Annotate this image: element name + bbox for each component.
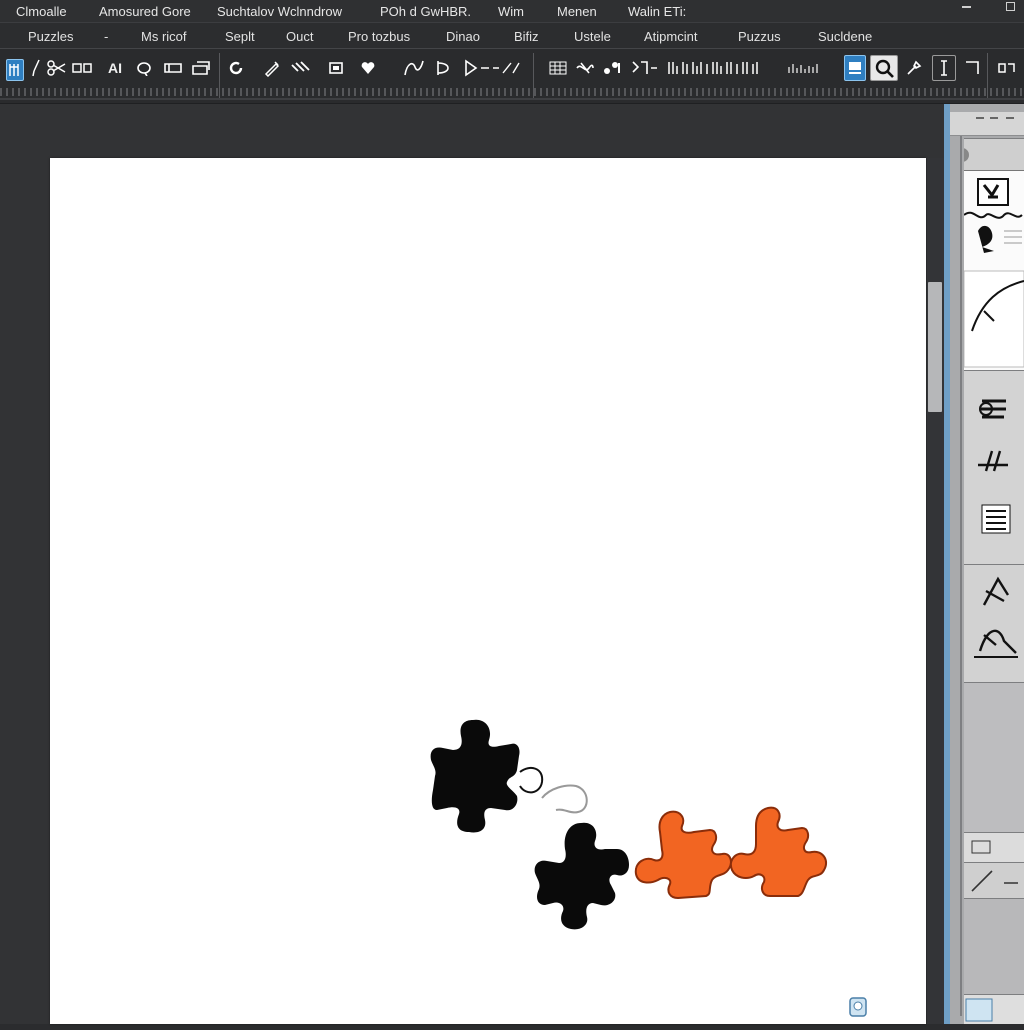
right-panel <box>950 104 1024 1024</box>
panel-options-icon[interactable] <box>996 57 1020 79</box>
menu-item-3[interactable]: Suchtalov Wclnndrow <box>217 4 342 19</box>
submenu-item-5[interactable]: Ouct <box>286 29 313 44</box>
brush-settings-icon[interactable] <box>904 57 924 79</box>
rotate-icon[interactable] <box>226 57 246 79</box>
eraser-icon[interactable] <box>162 57 184 79</box>
panel-tab-bar <box>950 112 1024 136</box>
link-icon[interactable] <box>288 57 312 79</box>
path-pen-icon[interactable] <box>433 57 453 79</box>
play-direction-icon[interactable] <box>462 57 522 79</box>
document-canvas[interactable] <box>50 158 926 1024</box>
canvas-corner-badge-icon <box>849 997 867 1017</box>
panel-footer-2 <box>964 862 1024 898</box>
menu-item-2[interactable]: Amosured Gore <box>99 4 191 19</box>
submenu-item-6[interactable]: Pro tozbus <box>348 29 410 44</box>
submenu-item-8[interactable]: Bifiz <box>514 29 539 44</box>
submenu-item-2[interactable]: - <box>104 29 108 44</box>
brush-icon[interactable] <box>30 57 42 79</box>
puzzle-piece-black-2[interactable] <box>534 822 629 930</box>
ruler-divider <box>0 98 1024 100</box>
move-tool-icon[interactable] <box>6 59 24 81</box>
panel-layers-section[interactable] <box>964 370 1024 564</box>
ruler-marks <box>0 88 1024 96</box>
text-tool-icon[interactable]: AI <box>102 57 128 79</box>
secondary-menu-bar: Puzzles - Ms ricof Seplt Ouct Pro tozbus… <box>0 23 1024 49</box>
grid-icon[interactable] <box>548 57 568 79</box>
menu-item-4[interactable]: POh d GwHBR. <box>380 4 471 19</box>
paint-bucket-icon[interactable] <box>600 57 626 79</box>
panel-brushes-section[interactable] <box>964 564 1024 682</box>
submenu-item-3[interactable]: Ms ricof <box>141 29 187 44</box>
submenu-item-11[interactable]: Puzzus <box>738 29 781 44</box>
adjustments-icon[interactable] <box>666 57 762 79</box>
minimize-icon[interactable] <box>962 6 971 8</box>
panel-footer-3 <box>964 898 1024 994</box>
magnifier-icon[interactable] <box>870 55 898 81</box>
submenu-item-1[interactable]: Puzzles <box>28 29 74 44</box>
maximize-icon[interactable] <box>1006 2 1015 11</box>
lasso-icon[interactable] <box>134 57 156 79</box>
heart-icon[interactable] <box>358 57 378 79</box>
puzzle-piece-orange-1[interactable] <box>634 810 732 900</box>
puzzle-piece-black-1[interactable] <box>430 719 520 833</box>
menu-item-7[interactable]: Walin ETi: <box>628 4 686 19</box>
panel-empty-section <box>964 682 1024 832</box>
panel-footer-1 <box>964 832 1024 862</box>
frame-icon[interactable] <box>327 57 345 79</box>
menu-item-5[interactable]: Wim <box>498 4 524 19</box>
scissors-icon[interactable] <box>46 57 68 79</box>
histogram-icon[interactable] <box>786 57 822 79</box>
crop-icon[interactable] <box>70 57 94 79</box>
submenu-item-12[interactable]: Sucldene <box>818 29 872 44</box>
submenu-item-9[interactable]: Ustele <box>574 29 611 44</box>
text-cursor-icon[interactable] <box>932 55 956 81</box>
layer-panel-icon[interactable] <box>844 55 866 81</box>
pen-icon[interactable] <box>262 57 282 79</box>
panel-guide-line <box>960 136 962 1016</box>
scrollbar-thumb[interactable] <box>928 282 942 412</box>
rectangle-tool-icon[interactable] <box>962 57 982 79</box>
menu-item-1[interactable]: Clmoalle <box>16 4 67 19</box>
puzzle-artwork <box>430 719 867 1017</box>
submenu-item-4[interactable]: Seplt <box>225 29 255 44</box>
vertical-scrollbar[interactable] <box>927 158 944 1024</box>
curve-tool-icon[interactable] <box>402 57 426 79</box>
warp-icon[interactable] <box>574 57 596 79</box>
submenu-item-10[interactable]: Atipmcint <box>644 29 697 44</box>
font-size-label: AI <box>108 60 122 76</box>
panel-thumbnail-1[interactable] <box>963 170 1024 370</box>
panel-header <box>955 138 1024 170</box>
submenu-item-7[interactable]: Dinao <box>446 29 480 44</box>
connector-loops <box>519 766 588 814</box>
filter-icon[interactable] <box>630 57 660 79</box>
menu-bar: Clmoalle Amosured Gore Suchtalov Wclnndr… <box>0 0 1024 23</box>
clone-stamp-icon[interactable] <box>190 57 212 79</box>
panel-bottom-bar <box>964 994 1024 1024</box>
puzzle-piece-orange-2[interactable] <box>730 806 828 897</box>
menu-item-6[interactable]: Menen <box>557 4 597 19</box>
